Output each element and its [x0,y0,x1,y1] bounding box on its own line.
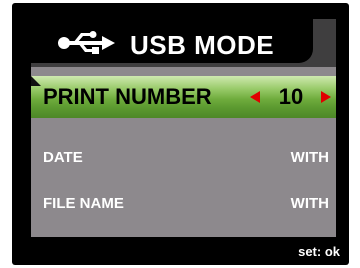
menu-item-value: WITH [290,149,329,166]
usb-icon [58,28,116,58]
menu-item-label: PRINT NUMBER [43,84,212,109]
menu-item-date[interactable]: DATE WITH [31,143,336,173]
selection-notch [31,76,41,86]
menu-item-value: WITH [290,195,329,212]
print-number-value: 10 [278,84,304,109]
header: USB MODE [31,19,313,63]
camera-lcd-frame: USB MODE PRINT NUMBER 10 DATE WITH FILE … [12,3,349,265]
menu-item-file-name[interactable]: FILE NAME WITH [31,189,336,219]
usb-mode-screen: USB MODE PRINT NUMBER 10 DATE WITH FILE … [31,19,336,237]
menu-item-print-number[interactable]: PRINT NUMBER 10 [31,76,336,118]
footer-hint: set: ok [298,244,340,259]
menu-item-label: FILE NAME [43,195,124,212]
arrow-left-icon[interactable] [250,91,260,103]
arrow-right-icon[interactable] [321,91,331,103]
page-title: USB MODE [130,30,275,60]
menu-item-label: DATE [43,149,83,166]
